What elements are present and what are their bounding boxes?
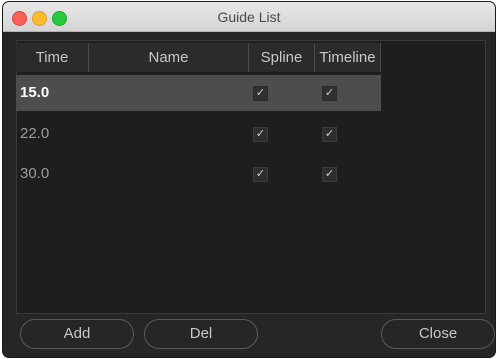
add-button[interactable]: Add bbox=[20, 319, 134, 349]
window-title: Guide List bbox=[217, 9, 281, 25]
time-cell: 22.0 bbox=[20, 125, 50, 142]
timeline-checkbox[interactable]: ✓ bbox=[322, 86, 337, 101]
spline-checkbox[interactable]: ✓ bbox=[253, 167, 268, 182]
del-button[interactable]: Del bbox=[144, 319, 258, 349]
spline-checkbox[interactable]: ✓ bbox=[253, 86, 268, 101]
column-header-spline[interactable]: Spline bbox=[249, 43, 315, 72]
column-header-timeline[interactable]: Timeline bbox=[315, 43, 381, 72]
table-row[interactable]: 30.0 ✓ ✓ bbox=[16, 156, 381, 192]
table-header: Time Name Spline Timeline bbox=[16, 43, 381, 72]
time-cell: 15.0 bbox=[20, 84, 50, 101]
timeline-checkbox[interactable]: ✓ bbox=[322, 127, 337, 142]
close-button[interactable]: Close bbox=[381, 319, 495, 349]
column-header-name[interactable]: Name bbox=[89, 43, 249, 72]
table-row[interactable]: 15.0 ✓ ✓ bbox=[16, 75, 381, 111]
timeline-checkbox[interactable]: ✓ bbox=[322, 167, 337, 182]
table-row[interactable]: 22.0 ✓ ✓ bbox=[16, 116, 381, 152]
title-bar: Guide List bbox=[3, 2, 495, 32]
column-header-time[interactable]: Time bbox=[16, 43, 89, 72]
spline-checkbox[interactable]: ✓ bbox=[253, 127, 268, 142]
time-cell: 30.0 bbox=[20, 165, 50, 182]
